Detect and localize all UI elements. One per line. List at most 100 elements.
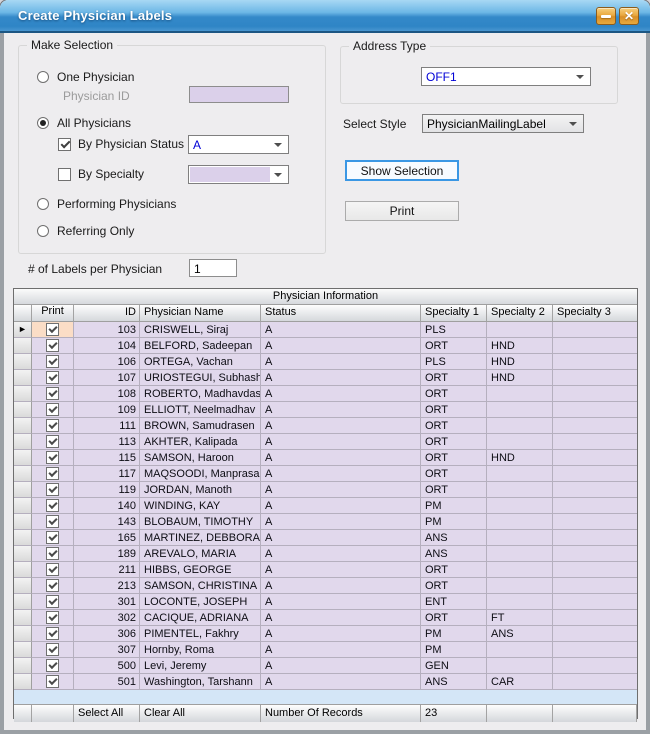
cell-specialty-3[interactable]	[553, 338, 637, 354]
specialty-dropdown[interactable]	[188, 165, 289, 184]
row-selector-cell[interactable]	[14, 610, 32, 626]
print-checkbox[interactable]	[46, 419, 59, 432]
cell-status[interactable]: A	[261, 626, 421, 642]
cell-specialty-3[interactable]	[553, 530, 637, 546]
cell-id[interactable]: 111	[74, 418, 140, 434]
cell-specialty-3[interactable]	[553, 610, 637, 626]
row-selector-cell[interactable]	[14, 642, 32, 658]
cell-specialty-3[interactable]	[553, 354, 637, 370]
cell-status[interactable]: A	[261, 594, 421, 610]
cell-specialty-1[interactable]: ANS	[421, 674, 487, 690]
print-checkbox-cell[interactable]	[32, 498, 74, 514]
table-row[interactable]: 140 WINDING, KAY A PM	[14, 498, 637, 514]
cell-specialty-2[interactable]: HND	[487, 338, 553, 354]
select-style-dropdown[interactable]: PhysicianMailingLabel	[422, 114, 584, 133]
print-checkbox-cell[interactable]	[32, 482, 74, 498]
cell-specialty-1[interactable]: ORT	[421, 338, 487, 354]
cell-physician-name[interactable]: CRISWELL, Siraj	[140, 322, 261, 338]
table-row[interactable]: 104 BELFORD, Sadeepan A ORT HND	[14, 338, 637, 354]
table-row[interactable]: 115 SAMSON, Haroon A ORT HND	[14, 450, 637, 466]
cell-status[interactable]: A	[261, 386, 421, 402]
cell-id[interactable]: 108	[74, 386, 140, 402]
cell-specialty-2[interactable]	[487, 322, 553, 338]
print-checkbox-cell[interactable]	[32, 402, 74, 418]
cell-specialty-2[interactable]: FT	[487, 610, 553, 626]
cell-status[interactable]: A	[261, 418, 421, 434]
cell-physician-name[interactable]: ROBERTO, Madhavdas	[140, 386, 261, 402]
print-checkbox[interactable]	[46, 339, 59, 352]
print-checkbox-cell[interactable]	[32, 466, 74, 482]
print-checkbox-cell[interactable]	[32, 418, 74, 434]
print-checkbox[interactable]	[46, 611, 59, 624]
print-checkbox-cell[interactable]	[32, 594, 74, 610]
row-selector-cell[interactable]	[14, 594, 32, 610]
cell-specialty-1[interactable]: ORT	[421, 386, 487, 402]
address-type-dropdown[interactable]: OFF1	[421, 67, 591, 86]
cell-specialty-2[interactable]	[487, 434, 553, 450]
cell-id[interactable]: 104	[74, 338, 140, 354]
table-row[interactable]: 165 MARTINEZ, DEBBORAH A ANS	[14, 530, 637, 546]
cell-specialty-3[interactable]	[553, 642, 637, 658]
cell-status[interactable]: A	[261, 498, 421, 514]
cell-specialty-2[interactable]	[487, 418, 553, 434]
table-row[interactable]: 306 PIMENTEL, Fakhry A PM ANS	[14, 626, 637, 642]
cell-id[interactable]: 501	[74, 674, 140, 690]
print-checkbox-cell[interactable]	[32, 322, 74, 338]
cell-status[interactable]: A	[261, 434, 421, 450]
print-checkbox-cell[interactable]	[32, 578, 74, 594]
cell-specialty-2[interactable]	[487, 514, 553, 530]
cell-id[interactable]: 306	[74, 626, 140, 642]
print-checkbox[interactable]	[46, 643, 59, 656]
cell-status[interactable]: A	[261, 578, 421, 594]
cell-physician-name[interactable]: MAQSOODI, Manprasad	[140, 466, 261, 482]
cell-specialty-2[interactable]	[487, 530, 553, 546]
print-checkbox[interactable]	[46, 467, 59, 480]
print-checkbox[interactable]	[46, 355, 59, 368]
row-selector-cell[interactable]	[14, 546, 32, 562]
cell-physician-name[interactable]: WINDING, KAY	[140, 498, 261, 514]
print-checkbox-cell[interactable]	[32, 450, 74, 466]
cell-specialty-2[interactable]	[487, 642, 553, 658]
cell-specialty-3[interactable]	[553, 626, 637, 642]
row-selector-cell[interactable]	[14, 498, 32, 514]
cell-specialty-1[interactable]: ORT	[421, 610, 487, 626]
cell-specialty-1[interactable]: ORT	[421, 578, 487, 594]
cell-physician-name[interactable]: Levi, Jeremy	[140, 658, 261, 674]
row-selector-cell[interactable]	[14, 514, 32, 530]
cell-status[interactable]: A	[261, 402, 421, 418]
by-specialty-label[interactable]: By Specialty	[78, 167, 144, 181]
cell-physician-name[interactable]: PIMENTEL, Fakhry	[140, 626, 261, 642]
cell-specialty-1[interactable]: ORT	[421, 402, 487, 418]
cell-status[interactable]: A	[261, 370, 421, 386]
cell-status[interactable]: A	[261, 482, 421, 498]
table-row[interactable]: 307 Hornby, Roma A PM	[14, 642, 637, 658]
referring-only-label[interactable]: Referring Only	[57, 224, 134, 238]
minimize-button[interactable]	[596, 7, 616, 25]
cell-id[interactable]: 106	[74, 354, 140, 370]
cell-specialty-2[interactable]	[487, 498, 553, 514]
cell-status[interactable]: A	[261, 562, 421, 578]
header-specialty-3[interactable]: Specialty 3	[553, 305, 637, 322]
all-physicians-label[interactable]: All Physicians	[57, 116, 131, 130]
cell-specialty-2[interactable]	[487, 578, 553, 594]
cell-specialty-3[interactable]	[553, 674, 637, 690]
print-checkbox-cell[interactable]	[32, 674, 74, 690]
cell-specialty-3[interactable]	[553, 482, 637, 498]
cell-physician-name[interactable]: URIOSTEGUI, Subhash	[140, 370, 261, 386]
cell-physician-name[interactable]: BELFORD, Sadeepan	[140, 338, 261, 354]
print-checkbox[interactable]	[46, 595, 59, 608]
cell-specialty-1[interactable]: ORT	[421, 562, 487, 578]
all-physicians-radio[interactable]	[37, 117, 49, 129]
row-selector-cell[interactable]	[14, 482, 32, 498]
cell-specialty-2[interactable]: HND	[487, 370, 553, 386]
cell-id[interactable]: 140	[74, 498, 140, 514]
select-all-button[interactable]: Select All	[74, 705, 140, 722]
print-checkbox-cell[interactable]	[32, 370, 74, 386]
print-checkbox[interactable]	[46, 323, 59, 336]
cell-specialty-1[interactable]: PLS	[421, 354, 487, 370]
table-row[interactable]: 109 ELLIOTT, Neelmadhav A ORT	[14, 402, 637, 418]
cell-status[interactable]: A	[261, 514, 421, 530]
header-specialty-1[interactable]: Specialty 1	[421, 305, 487, 322]
cell-status[interactable]: A	[261, 530, 421, 546]
table-row[interactable]: 302 CACIQUE, ADRIANA A ORT FT	[14, 610, 637, 626]
